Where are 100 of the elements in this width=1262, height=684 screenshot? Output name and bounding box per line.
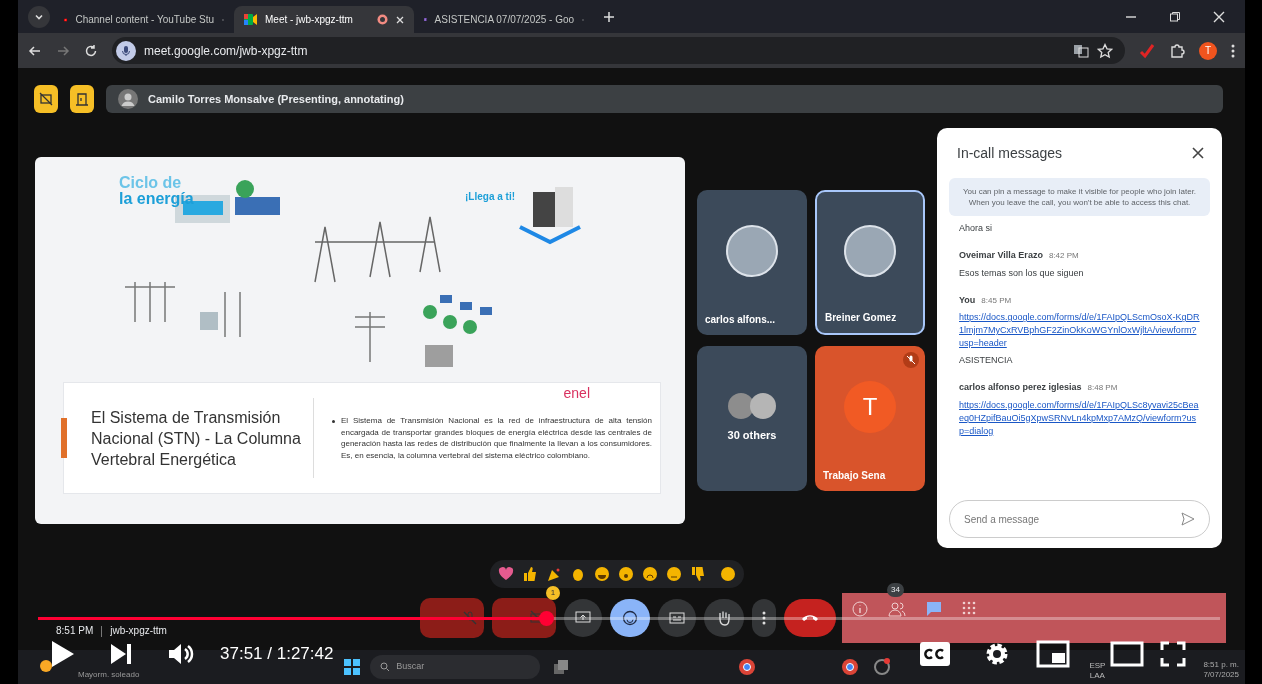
windows-logo-icon[interactable] <box>344 659 361 675</box>
captions-icon[interactable] <box>920 642 950 666</box>
captions-icon <box>669 612 685 624</box>
captions-button[interactable] <box>658 599 696 637</box>
play-icon[interactable] <box>50 640 76 668</box>
plus-icon[interactable] <box>604 11 614 22</box>
thumbs-up-icon[interactable] <box>522 566 538 582</box>
sad-face-icon[interactable] <box>642 566 658 582</box>
message-link[interactable]: https://docs.google.com/forms/d/e/1FAIpQLScmOsoX-KgDR1lmjm7MyCxRVBphGF2ZinOkKoWGYnlOxWjltA/viewform?usp=header <box>959 311 1200 350</box>
sender-name: carlos alfonso perez iglesias <box>959 381 1082 394</box>
apps-grid-icon[interactable] <box>962 601 976 615</box>
task-view-icon[interactable] <box>554 660 569 674</box>
microphone-icon[interactable] <box>116 40 136 61</box>
reload-icon[interactable] <box>84 43 98 58</box>
browser-icon[interactable] <box>738 658 757 676</box>
slide-bullet-text: El Sistema de Transmisión Nacional es la red de infraestructura de alta tensión encargada de transportar grandes bloques de energía eléctrica desde las centrales de generación hasta las redes de distribución que finalmente la llevan a los consumidores. Es, en esencia, la columna vertebral del sistema eléctrico colombiano. <box>341 415 652 461</box>
participant-name: Breiner Gomez <box>825 311 897 325</box>
language-text: LAA <box>1089 671 1105 681</box>
clock-text: 8:51 p. m. <box>1203 660 1239 670</box>
avatar-placeholder <box>726 225 778 277</box>
volume-icon[interactable] <box>168 642 194 666</box>
present-button[interactable] <box>564 599 602 637</box>
app-icon[interactable] <box>873 658 892 676</box>
slide-title: El Sistema de Transmisión Nacional (STN) - La Columna Vertebral Energética <box>91 407 301 470</box>
address-field[interactable]: meet.google.com/jwb-xpgz-ttm <box>112 37 1125 64</box>
door-button[interactable] <box>70 85 94 113</box>
avatar-icon <box>118 89 138 109</box>
message-time: 8:48 PM <box>1087 382 1118 394</box>
restore-icon[interactable] <box>1169 10 1181 23</box>
puzzle-icon[interactable] <box>1169 42 1185 59</box>
video-camera-logo-icon <box>244 14 257 25</box>
more-vertical-icon <box>762 611 766 625</box>
progress-track[interactable] <box>38 617 1220 620</box>
playback-time: 37:51 / 1:27:42 <box>220 643 334 666</box>
browser-tab[interactable]: Meet - jwb-xpgz-ttm <box>234 6 414 33</box>
people-icon[interactable] <box>888 601 906 617</box>
profile-avatar[interactable]: T <box>1199 41 1217 60</box>
forward-arrow-icon[interactable] <box>56 43 70 58</box>
raise-hand-button[interactable] <box>704 599 744 637</box>
miniplayer-icon[interactable] <box>1036 640 1070 668</box>
meeting-time: 8:51 PM <box>56 624 94 638</box>
thumbs-down-icon[interactable] <box>690 566 706 582</box>
accent-bar <box>61 418 67 458</box>
participant-count-badge: 34 <box>887 583 904 597</box>
translate-icon[interactable] <box>1073 42 1089 59</box>
settings-icon[interactable] <box>984 641 1010 667</box>
panel-title: In-call messages <box>957 143 1063 163</box>
more-options-button[interactable] <box>752 599 776 637</box>
emoji-button[interactable] <box>610 599 650 637</box>
back-arrow-icon[interactable] <box>28 43 42 58</box>
screen-off-icon <box>39 92 53 106</box>
weather-text: Mayorm. soleado <box>78 669 140 681</box>
notice-text: You can pin a message to make it visible for people who join later. When you leave the call, you won't be able to access this chat. <box>949 178 1210 216</box>
close-icon[interactable] <box>1192 147 1204 159</box>
info-icon[interactable] <box>852 601 868 617</box>
initial-avatar: T <box>844 381 896 433</box>
notification-badge: 1 <box>546 586 560 600</box>
tab-title: ASISTENCIA 07/07/2025 - Goo <box>434 13 575 27</box>
checkmark-icon[interactable] <box>1139 42 1155 59</box>
field-placeholder: Buscar <box>396 660 425 674</box>
end-call-button[interactable] <box>784 599 836 637</box>
camera-button[interactable] <box>492 598 556 638</box>
browser-icon[interactable] <box>841 658 860 676</box>
callout-text: ¡Llega a ti! <box>465 190 515 204</box>
message-link[interactable]: https://docs.google.com/forms/d/e/1FAIpQLSc8yvavi25cBeaeq0HZpifBauOi5gXpwSRNvLn4kpMxp7AMzQ/viewform?usp=dialog <box>959 398 1200 438</box>
logo-text: enel <box>563 384 590 403</box>
star-icon[interactable] <box>1097 42 1113 59</box>
message-time: 8:42 PM <box>1048 250 1079 262</box>
hand-icon <box>717 610 731 626</box>
party-popper-icon[interactable] <box>546 566 562 582</box>
message-text: Ahora si <box>959 222 994 235</box>
taskbar-search-field[interactable]: Buscar <box>370 655 541 679</box>
browser-tab[interactable]: ASISTENCIA 07/07/2025 - Goo <box>414 6 594 33</box>
present-screen-icon <box>575 611 591 625</box>
tab-search-button[interactable] <box>28 5 50 28</box>
search-icon <box>380 662 391 672</box>
url-text: meet.google.com/jwb-xpgz-ttm <box>144 42 308 60</box>
screen-share-off-button[interactable] <box>34 85 58 113</box>
microphone-button[interactable] <box>420 598 484 638</box>
door-icon <box>75 92 89 106</box>
theater-mode-icon[interactable] <box>1110 641 1144 667</box>
surprised-face-icon[interactable] <box>618 566 634 582</box>
tab-title: Channel content - YouTube Stu <box>75 13 215 27</box>
next-icon[interactable] <box>110 643 132 665</box>
slide-heading: Ciclo de <box>119 173 182 192</box>
participant-name: Trabajo Sena <box>823 469 886 483</box>
smiley-icon <box>622 610 638 626</box>
browser-tab[interactable]: Channel content - YouTube Stu <box>54 6 234 33</box>
thinking-face-icon[interactable] <box>666 566 682 582</box>
avatar-placeholder <box>750 393 776 420</box>
laughing-face-icon[interactable] <box>594 566 610 582</box>
heart-icon[interactable] <box>498 566 514 582</box>
tab-title: Meet - jwb-xpgz-ttm <box>265 13 354 27</box>
phone-hang-up-icon <box>801 613 819 623</box>
participant-name: 30 others <box>727 428 777 444</box>
avatar-placeholder <box>728 393 754 420</box>
fullscreen-icon[interactable] <box>1160 641 1186 667</box>
send-icon[interactable] <box>1181 512 1195 526</box>
more-vertical-icon[interactable] <box>1231 43 1235 58</box>
avatar-placeholder <box>844 225 896 277</box>
